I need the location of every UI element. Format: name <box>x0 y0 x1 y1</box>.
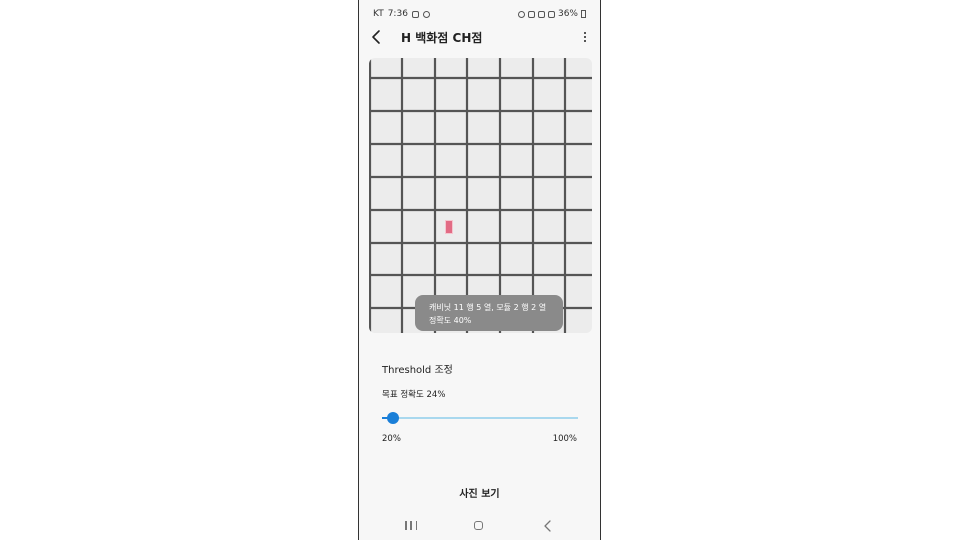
cabinet-grid-view[interactable]: 캐비닛 11 행 5 열, 모듈 2 행 2 열 정확도 40% <box>369 58 592 333</box>
slider-track[interactable] <box>382 417 578 419</box>
slider-max-label: 100% <box>552 434 577 444</box>
detection-toast: 캐비닛 11 행 5 열, 모듈 2 행 2 열 정확도 40% <box>415 295 563 331</box>
nav-back-icon[interactable] <box>542 519 554 533</box>
back-arrow-icon[interactable] <box>369 29 385 45</box>
system-nav-bar <box>359 515 600 537</box>
toast-location: 캐비닛 11 행 5 열, 모듈 2 행 2 열 <box>429 303 547 312</box>
home-icon[interactable] <box>474 521 483 530</box>
grid-lines <box>369 58 592 333</box>
detected-module-marker[interactable] <box>445 220 453 234</box>
slider-min-label: 20% <box>382 434 401 444</box>
screenshot-icon <box>411 10 419 18</box>
message-icon <box>422 10 430 18</box>
clock: 7:36 <box>387 9 408 19</box>
app-bar: H 백화점 CH점 <box>359 26 600 48</box>
wifi-icon <box>537 10 545 18</box>
mute-icon <box>527 10 535 18</box>
recents-icon[interactable] <box>405 521 417 531</box>
battery-percent: 36% <box>557 9 578 19</box>
toast-accuracy: 정확도 40% <box>429 316 472 325</box>
signal-icon <box>547 10 555 18</box>
status-left: KT 7:36 <box>373 9 430 19</box>
status-right: 36% <box>517 9 586 19</box>
alarm-icon <box>517 10 525 18</box>
target-accuracy-label: 목표 정확도 24% <box>382 390 446 400</box>
carrier-label: KT <box>373 9 384 19</box>
battery-icon <box>581 10 586 18</box>
page-title: H 백화점 CH점 <box>401 31 483 45</box>
more-vert-icon[interactable] <box>580 30 590 44</box>
slider-thumb[interactable] <box>387 412 399 424</box>
phone-screen: KT 7:36 36% H 백화점 CH점 캐비닛 11 행 5 열, 모듈 2… <box>358 0 601 540</box>
threshold-slider[interactable] <box>382 409 578 427</box>
status-bar: KT 7:36 36% <box>359 0 600 26</box>
view-photo-button[interactable]: 사진 보기 <box>359 484 600 501</box>
threshold-title: Threshold 조정 <box>382 365 453 376</box>
